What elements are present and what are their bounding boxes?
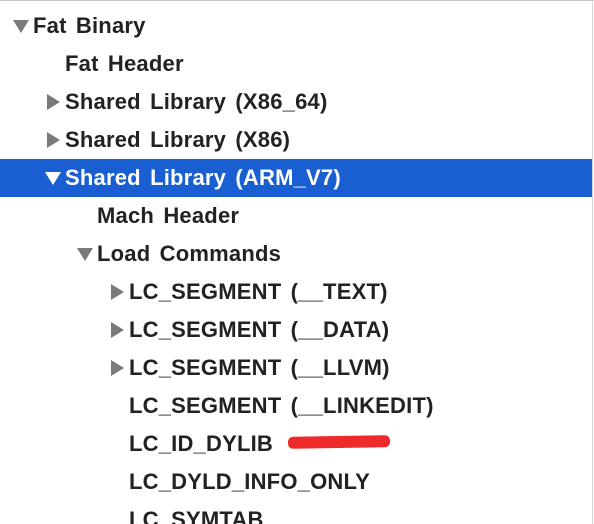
tree-row-label: Fat Header: [65, 51, 184, 76]
tree-row-label: Shared Library (ARM_V7): [65, 165, 341, 190]
disclosure-collapsed-icon[interactable]: [42, 94, 64, 110]
tree-row-fat-binary[interactable]: Fat Binary: [0, 7, 592, 45]
tree-row-label: Fat Binary: [33, 13, 146, 38]
outline-view: Fat Binary Fat Header Shared Library (X8…: [0, 0, 594, 524]
tree-row-label: LC_SYMTAB: [129, 507, 264, 524]
disclosure-expanded-icon[interactable]: [74, 247, 96, 261]
tree-row-shared-library-arm-v7[interactable]: Shared Library (ARM_V7): [0, 159, 592, 197]
tree-row-label: Mach Header: [97, 203, 240, 228]
tree-row-label: LC_ID_DYLIB: [129, 431, 273, 456]
disclosure-collapsed-icon[interactable]: [106, 360, 128, 376]
tree-row-shared-library-x86[interactable]: Shared Library (X86): [0, 121, 592, 159]
disclosure-expanded-icon[interactable]: [42, 171, 64, 185]
tree-row-lc-segment-text[interactable]: LC_SEGMENT (__TEXT): [0, 273, 592, 311]
disclosure-expanded-icon[interactable]: [10, 19, 32, 33]
tree-row-label: LC_SEGMENT (__TEXT): [129, 279, 388, 304]
disclosure-collapsed-icon[interactable]: [106, 284, 128, 300]
tree-row-label: LC_SEGMENT (__LLVM): [129, 355, 390, 380]
disclosure-collapsed-icon[interactable]: [106, 322, 128, 338]
tree-row-lc-dyld-info-only[interactable]: LC_DYLD_INFO_ONLY: [0, 463, 592, 501]
tree-row-lc-symtab[interactable]: LC_SYMTAB: [0, 501, 592, 524]
tree-row-lc-segment-llvm[interactable]: LC_SEGMENT (__LLVM): [0, 349, 592, 387]
tree-row-label: Shared Library (X86_64): [65, 89, 328, 114]
tree-row-shared-library-x86-64[interactable]: Shared Library (X86_64): [0, 83, 592, 121]
tree-row-label: LC_SEGMENT (__DATA): [129, 317, 390, 342]
disclosure-collapsed-icon[interactable]: [42, 132, 64, 148]
tree-row-mach-header[interactable]: Mach Header: [0, 197, 592, 235]
tree-row-label: LC_SEGMENT (__LINKEDIT): [129, 393, 434, 418]
tree-row-label: Load Commands: [97, 241, 282, 266]
top-divider: [0, 0, 594, 1]
right-divider: [592, 0, 593, 524]
tree-row-label: Shared Library (X86): [65, 127, 291, 152]
tree-row-label: LC_DYLD_INFO_ONLY: [129, 469, 370, 494]
tree-row-fat-header[interactable]: Fat Header: [0, 45, 592, 83]
tree-row-lc-segment-data[interactable]: LC_SEGMENT (__DATA): [0, 311, 592, 349]
tree-row-lc-segment-linkedit[interactable]: LC_SEGMENT (__LINKEDIT): [0, 387, 592, 425]
tree-row-load-commands[interactable]: Load Commands: [0, 235, 592, 273]
redaction-mark: [287, 435, 391, 449]
